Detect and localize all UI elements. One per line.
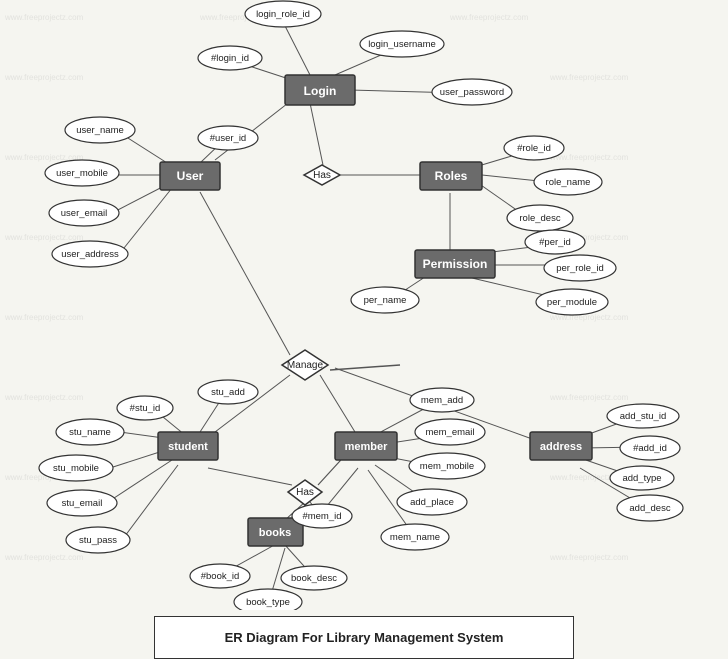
- svg-text:www.freeprojectz.com: www.freeprojectz.com: [4, 553, 84, 562]
- svg-text:add_place: add_place: [410, 497, 454, 508]
- svg-text:#book_id: #book_id: [201, 571, 240, 582]
- svg-text:#mem_id: #mem_id: [302, 511, 341, 522]
- svg-text:User: User: [177, 169, 204, 183]
- svg-text:user_email: user_email: [61, 208, 107, 219]
- svg-text:stu_email: stu_email: [62, 498, 103, 509]
- svg-text:Has: Has: [296, 487, 314, 498]
- svg-text:stu_add: stu_add: [211, 387, 245, 398]
- svg-text:www.freeprojectz.com: www.freeprojectz.com: [549, 153, 629, 162]
- svg-text:www.freeprojectz.com: www.freeprojectz.com: [4, 13, 84, 22]
- svg-text:per_module: per_module: [547, 297, 597, 308]
- svg-text:www.freeprojectz.com: www.freeprojectz.com: [549, 553, 629, 562]
- svg-text:book_desc: book_desc: [291, 573, 337, 584]
- svg-text:address: address: [540, 441, 582, 453]
- svg-text:Roles: Roles: [435, 169, 468, 183]
- svg-text:role_desc: role_desc: [519, 213, 560, 224]
- svg-text:per_name: per_name: [364, 295, 407, 306]
- svg-text:#stu_id: #stu_id: [130, 403, 161, 414]
- svg-text:add_stu_id: add_stu_id: [620, 411, 666, 422]
- svg-text:stu_name: stu_name: [69, 427, 111, 438]
- svg-text:mem_name: mem_name: [390, 532, 440, 543]
- svg-text:Manage: Manage: [287, 360, 324, 371]
- svg-text:role_name: role_name: [546, 177, 591, 188]
- svg-text:mem_mobile: mem_mobile: [420, 461, 474, 472]
- svg-text:per_role_id: per_role_id: [556, 263, 604, 274]
- svg-text:www.freeprojectz.com: www.freeprojectz.com: [4, 73, 84, 82]
- svg-text:#per_id: #per_id: [539, 237, 571, 248]
- svg-text:member: member: [345, 441, 389, 453]
- svg-text:student: student: [168, 441, 208, 453]
- svg-text:mem_email: mem_email: [425, 427, 474, 438]
- svg-text:books: books: [259, 527, 291, 539]
- svg-text:www.freeprojectz.com: www.freeprojectz.com: [549, 393, 629, 402]
- svg-text:login_username: login_username: [368, 39, 436, 50]
- svg-text:www.freeprojectz.com: www.freeprojectz.com: [4, 313, 84, 322]
- svg-text:login_role_id: login_role_id: [256, 9, 310, 20]
- svg-text:user_mobile: user_mobile: [56, 168, 108, 179]
- svg-text:#add_id: #add_id: [633, 443, 667, 454]
- svg-text:user_password: user_password: [440, 87, 504, 98]
- svg-text:#role_id: #role_id: [517, 143, 551, 154]
- svg-text:stu_pass: stu_pass: [79, 535, 117, 546]
- caption-text: ER Diagram For Library Management System: [225, 630, 504, 645]
- svg-text:add_type: add_type: [622, 473, 661, 484]
- svg-text:www.freeprojectz.com: www.freeprojectz.com: [449, 13, 529, 22]
- er-diagram-caption: ER Diagram For Library Management System: [154, 616, 574, 659]
- svg-text:#login_id: #login_id: [211, 53, 249, 64]
- svg-text:stu_mobile: stu_mobile: [53, 463, 99, 474]
- svg-text:Login: Login: [304, 84, 337, 98]
- svg-text:user_address: user_address: [61, 249, 119, 260]
- svg-text:user_name: user_name: [76, 125, 124, 136]
- svg-text:Has: Has: [313, 170, 331, 181]
- svg-text:www.freeprojectz.com: www.freeprojectz.com: [4, 393, 84, 402]
- svg-text:#user_id: #user_id: [210, 133, 246, 144]
- svg-text:www.freeprojectz.com: www.freeprojectz.com: [549, 73, 629, 82]
- svg-text:www.freeprojectz.com: www.freeprojectz.com: [4, 233, 84, 242]
- svg-text:mem_add: mem_add: [421, 395, 463, 406]
- svg-text:book_type: book_type: [246, 597, 290, 608]
- svg-text:Permission: Permission: [423, 257, 488, 271]
- svg-text:add_desc: add_desc: [629, 503, 670, 514]
